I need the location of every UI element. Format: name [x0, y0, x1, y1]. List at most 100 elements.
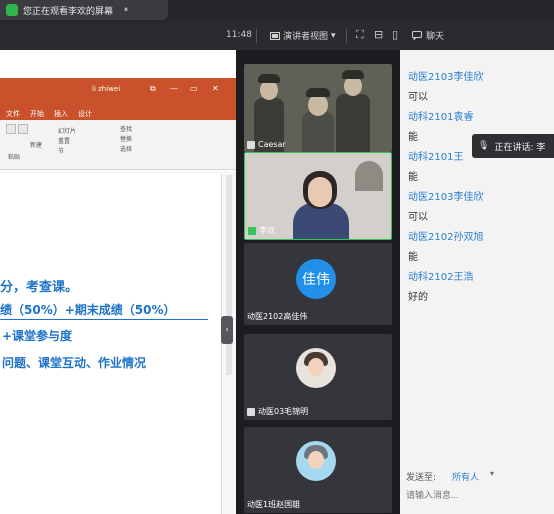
collapse-panel-button[interactable]: ›	[221, 316, 233, 344]
layout-icon[interactable]: ▯	[392, 29, 398, 41]
avatar	[296, 441, 336, 481]
video-figure	[308, 177, 332, 207]
notice-text: 您正在观看李欢的屏幕	[23, 6, 114, 17]
participant-name: 李欢	[259, 226, 275, 235]
participant-name: 动医03毛锦明	[258, 407, 309, 416]
chat-panel: 动医2103李佳欣 可以 动科2101袁睿 能 动科2101王 能 动医2103…	[400, 50, 554, 514]
chat-sender: 动科2101袁睿	[408, 112, 474, 123]
pause-icon[interactable]: ⏸	[124, 5, 128, 15]
participant-label: 动医03毛锦明	[247, 406, 308, 417]
chat-sender: 动医2103李佳欣	[408, 72, 484, 83]
ribbon-item: 幻灯片	[58, 128, 77, 135]
chat-message: 能	[408, 252, 418, 263]
video-figure	[344, 76, 362, 96]
share-status-icon	[6, 4, 18, 16]
ppt-user-name: li zhiwei	[92, 85, 121, 93]
participant-label: Caesar	[247, 140, 286, 149]
video-figure	[308, 94, 328, 116]
avatar	[296, 348, 336, 388]
ppt-tabs: 文件 开始 插入 设计	[0, 108, 236, 120]
participant-name: 动医1班赵国雄	[247, 500, 301, 509]
ppt-title-bar: li zhiwei ⧉ — ▭ ✕	[0, 78, 236, 108]
participant-label: 动医2102高佳伟	[247, 311, 307, 322]
close-icon: ✕	[212, 84, 219, 93]
view-mode-label: 演讲者视图	[283, 32, 329, 42]
speaking-text: 正在讲话: 李	[494, 142, 546, 153]
avatar: 佳伟	[296, 259, 336, 299]
chat-sender: 动医2102孙双旭	[408, 232, 484, 243]
chat-sender: 动科2102王浩	[408, 272, 474, 283]
chat-message: 能	[408, 132, 418, 143]
chat-message: 可以	[408, 92, 428, 103]
participant-tile[interactable]: 动医1班赵国雄	[244, 427, 392, 513]
chat-input[interactable]	[406, 488, 546, 502]
ppt-tab: 开始	[30, 110, 44, 118]
avatar-face	[308, 358, 324, 376]
avatar-face	[308, 451, 324, 469]
slide-underline	[0, 319, 208, 320]
chat-sender: 动科2101王	[408, 152, 464, 163]
minimize-icon: —	[170, 84, 178, 93]
send-to-dropdown[interactable]: 所有人	[452, 470, 479, 483]
chat-message: 能	[408, 172, 418, 183]
slide-line: 问题、课堂互动、作业情况	[2, 356, 147, 370]
ribbon-item: 选择	[120, 146, 133, 153]
participant-tile-speaking[interactable]: 李欢	[244, 152, 392, 240]
participant-tile[interactable]: 动医03毛锦明	[244, 334, 392, 420]
minimize-icon[interactable]: ⊟	[374, 29, 383, 41]
ribbon-item: 查找	[120, 126, 133, 133]
slide-area: 分，考查课。 绩（50%）+期末成绩（50%） +课堂参与度 问题、课堂互动、作…	[0, 171, 236, 514]
participant-label: 动医1班赵国雄	[247, 499, 300, 510]
ribbon-item: 节	[58, 148, 65, 155]
video-figure	[342, 70, 364, 79]
speaker-view-icon	[270, 31, 280, 40]
lamp-shape	[355, 161, 383, 191]
slide-scrollbar	[226, 175, 232, 375]
screen-share-viewer: 您正在观看李欢的屏幕 ⏸ 11:48 演讲者视图 ▾ ⛶ ⊟ ▯ 聊天 li z…	[0, 0, 554, 514]
participant-tile[interactable]: Caesar	[244, 64, 392, 152]
participant-label: 李欢	[248, 225, 275, 236]
chat-message: 可以	[408, 212, 428, 223]
paste-icon	[6, 124, 16, 134]
chat-toggle[interactable]: 聊天	[412, 29, 444, 42]
ribbon-group-label: 粘贴	[8, 154, 21, 161]
ppt-tab: 文件	[6, 110, 20, 118]
participant-name: Caesar	[258, 140, 286, 149]
chevron-right-icon: ›	[225, 325, 229, 335]
ppt-ribbon-icon: ⧉	[150, 84, 156, 93]
speaking-indicator: 🎙 正在讲话: 李	[472, 134, 554, 158]
mic-active-icon	[248, 226, 256, 235]
video-figure	[302, 112, 334, 152]
slide-line: 绩（50%）+期末成绩（50%）	[0, 303, 176, 317]
copy-icon	[18, 124, 28, 134]
video-figure	[260, 80, 278, 100]
video-figure	[258, 74, 280, 83]
video-figure	[336, 94, 370, 152]
chat-composer: 发送至: 所有人 ▾	[400, 460, 554, 514]
chat-icon	[412, 31, 422, 40]
mic-muted-icon	[247, 140, 255, 149]
screen-share-notice: 您正在观看李欢的屏幕 ⏸	[0, 0, 168, 20]
chat-sender: 动医2103李佳欣	[408, 192, 484, 203]
shared-screen: li zhiwei ⧉ — ▭ ✕ 文件 开始 插入 设计 粘贴 新建 幻灯片 …	[0, 50, 236, 514]
meeting-time: 11:48	[226, 30, 252, 40]
participant-tile[interactable]: 佳伟 动医2102高佳伟	[244, 243, 392, 325]
view-mode-dropdown[interactable]: 演讲者视图 ▾	[270, 29, 336, 42]
ppt-tab: 设计	[78, 110, 92, 118]
ribbon-item: 替换	[120, 136, 133, 143]
send-to-label: 发送至:	[406, 473, 437, 483]
participant-name: 动医2102高佳伟	[247, 312, 308, 321]
toolbar-divider	[346, 29, 347, 43]
chat-label: 聊天	[426, 32, 445, 42]
chat-message: 好的	[408, 292, 428, 303]
slide-line: +课堂参与度	[2, 329, 73, 343]
ribbon-item: 重置	[58, 138, 71, 145]
restore-icon: ▭	[190, 84, 198, 93]
ppt-ribbon: 粘贴 新建 幻灯片 重置 节 查找 替换 选择	[0, 120, 236, 170]
fullscreen-icon[interactable]: ⛶	[356, 29, 364, 41]
chevron-down-icon[interactable]: ▾	[490, 469, 494, 478]
participant-video-list: Caesar 李欢 佳伟 动医2102高佳伟 动医03毛锦明 动医1班赵国雄	[236, 50, 400, 514]
ribbon-item: 新建	[30, 142, 43, 149]
chevron-down-icon: ▾	[331, 30, 336, 41]
video-figure	[306, 88, 330, 97]
